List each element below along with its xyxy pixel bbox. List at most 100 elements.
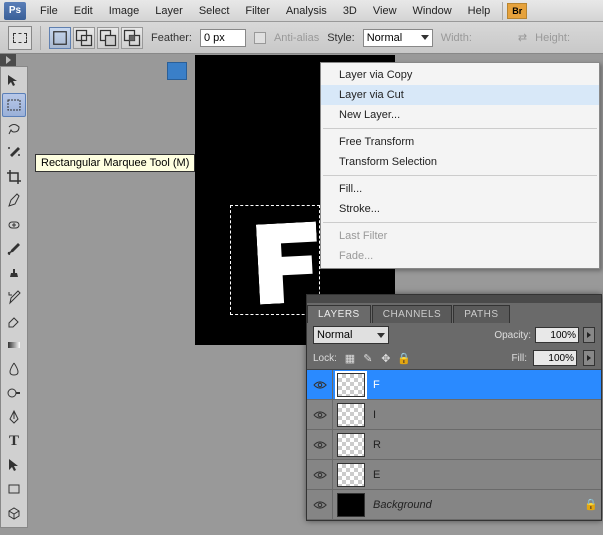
layer-row[interactable]: F [307, 370, 601, 400]
bridge-button[interactable]: Br [507, 3, 527, 19]
opacity-input[interactable]: 100% [535, 327, 579, 343]
layer-name[interactable]: R [369, 439, 601, 451]
menu-window[interactable]: Window [405, 2, 460, 20]
swap-icon: ⇄ [518, 31, 527, 44]
eyedropper-tool[interactable] [2, 189, 26, 213]
visibility-toggle[interactable] [307, 460, 333, 489]
menu-analysis[interactable]: Analysis [278, 2, 335, 20]
layer-thumbnail[interactable] [337, 463, 365, 487]
style-value: Normal [367, 32, 402, 44]
brush-tool[interactable] [2, 237, 26, 261]
tab-layers[interactable]: LAYERS [307, 305, 371, 323]
layer-thumbnail[interactable] [337, 433, 365, 457]
visibility-toggle[interactable] [307, 430, 333, 459]
lock-transparency-icon[interactable]: ▦ [343, 351, 357, 365]
3d-tool[interactable] [2, 501, 26, 525]
fill-input[interactable]: 100% [533, 350, 577, 366]
layer-name[interactable]: E [369, 469, 601, 481]
cm-stroke[interactable]: Stroke... [321, 199, 599, 219]
lock-icons: ▦ ✎ ✥ 🔒 [343, 351, 411, 365]
feather-input[interactable] [200, 29, 246, 47]
layer-thumbnail[interactable] [337, 373, 365, 397]
gradient-tool[interactable] [2, 333, 26, 357]
layers-panel: LAYERS CHANNELS PATHS Normal Opacity: 10… [306, 294, 602, 521]
lock-icon: 🔒 [581, 498, 601, 511]
selection-new[interactable] [49, 27, 71, 49]
menu-filter[interactable]: Filter [237, 2, 277, 20]
fill-label: Fill: [511, 353, 527, 364]
layer-name[interactable]: I [369, 409, 601, 421]
cm-layer-via-cut[interactable]: Layer via Cut [321, 85, 599, 105]
move-tool[interactable] [2, 69, 26, 93]
opacity-arrow[interactable] [583, 327, 595, 343]
layer-row[interactable]: R [307, 430, 601, 460]
cm-layer-via-copy[interactable]: Layer via Copy [321, 65, 599, 85]
menu-help[interactable]: Help [460, 2, 499, 20]
lock-pixels-icon[interactable]: ✎ [361, 351, 375, 365]
layer-name[interactable]: Background [369, 499, 581, 511]
selection-intersect[interactable] [121, 27, 143, 49]
pen-tool[interactable] [2, 405, 26, 429]
magic-wand-tool[interactable] [2, 141, 26, 165]
menu-file[interactable]: File [32, 2, 66, 20]
eraser-tool[interactable] [2, 309, 26, 333]
shape-tool[interactable] [2, 477, 26, 501]
selection-subtract[interactable] [97, 27, 119, 49]
lock-all-icon[interactable]: 🔒 [397, 351, 411, 365]
menu-layer[interactable]: Layer [147, 2, 191, 20]
healing-brush-tool[interactable] [2, 213, 26, 237]
history-brush-tool[interactable] [2, 285, 26, 309]
cm-fade: Fade... [321, 246, 599, 266]
menu-3d[interactable]: 3D [335, 2, 365, 20]
marquee-tool[interactable] [2, 93, 26, 117]
layer-row[interactable]: E [307, 460, 601, 490]
visibility-toggle[interactable] [307, 400, 333, 429]
fill-arrow[interactable] [583, 350, 595, 366]
layer-thumbnail[interactable] [337, 403, 365, 427]
divider [323, 222, 597, 223]
antialias-label: Anti-alias [274, 32, 319, 44]
blend-mode-select[interactable]: Normal [313, 326, 389, 344]
cm-fill[interactable]: Fill... [321, 179, 599, 199]
blend-mode-value: Normal [317, 329, 352, 341]
context-menu: Layer via Copy Layer via Cut New Layer..… [320, 62, 600, 269]
selection-add[interactable] [73, 27, 95, 49]
divider [40, 26, 41, 50]
style-select[interactable]: Normal [363, 29, 433, 47]
tab-channels[interactable]: CHANNELS [372, 305, 452, 323]
tools-panel: T [0, 66, 28, 528]
lasso-tool[interactable] [2, 117, 26, 141]
layer-name[interactable]: F [369, 379, 601, 391]
cm-new-layer[interactable]: New Layer... [321, 105, 599, 125]
divider [502, 2, 503, 20]
feather-label: Feather: [151, 32, 192, 44]
layer-row[interactable]: Background 🔒 [307, 490, 601, 520]
height-label: Height: [535, 32, 570, 44]
document-tab[interactable] [167, 62, 187, 80]
tab-paths[interactable]: PATHS [453, 305, 509, 323]
cm-last-filter: Last Filter [321, 226, 599, 246]
blur-tool[interactable] [2, 357, 26, 381]
type-tool[interactable]: T [2, 429, 26, 453]
menu-select[interactable]: Select [191, 2, 238, 20]
dodge-tool[interactable] [2, 381, 26, 405]
cm-transform-selection[interactable]: Transform Selection [321, 152, 599, 172]
menu-image[interactable]: Image [101, 2, 148, 20]
lock-position-icon[interactable]: ✥ [379, 351, 393, 365]
path-selection-tool[interactable] [2, 453, 26, 477]
clone-stamp-tool[interactable] [2, 261, 26, 285]
layer-row[interactable]: I [307, 400, 601, 430]
width-label: Width: [441, 32, 472, 44]
options-bar: Feather: Anti-alias Style: Normal Width:… [0, 22, 603, 54]
visibility-toggle[interactable] [307, 370, 333, 399]
visibility-toggle[interactable] [307, 490, 333, 519]
menu-view[interactable]: View [365, 2, 405, 20]
layer-thumbnail[interactable] [337, 493, 365, 517]
panel-toggle[interactable] [0, 54, 16, 66]
menu-bar: Ps File Edit Image Layer Select Filter A… [0, 0, 603, 22]
cm-free-transform[interactable]: Free Transform [321, 132, 599, 152]
current-tool-icon[interactable] [8, 26, 32, 50]
panel-header[interactable] [307, 295, 601, 303]
menu-edit[interactable]: Edit [66, 2, 101, 20]
crop-tool[interactable] [2, 165, 26, 189]
